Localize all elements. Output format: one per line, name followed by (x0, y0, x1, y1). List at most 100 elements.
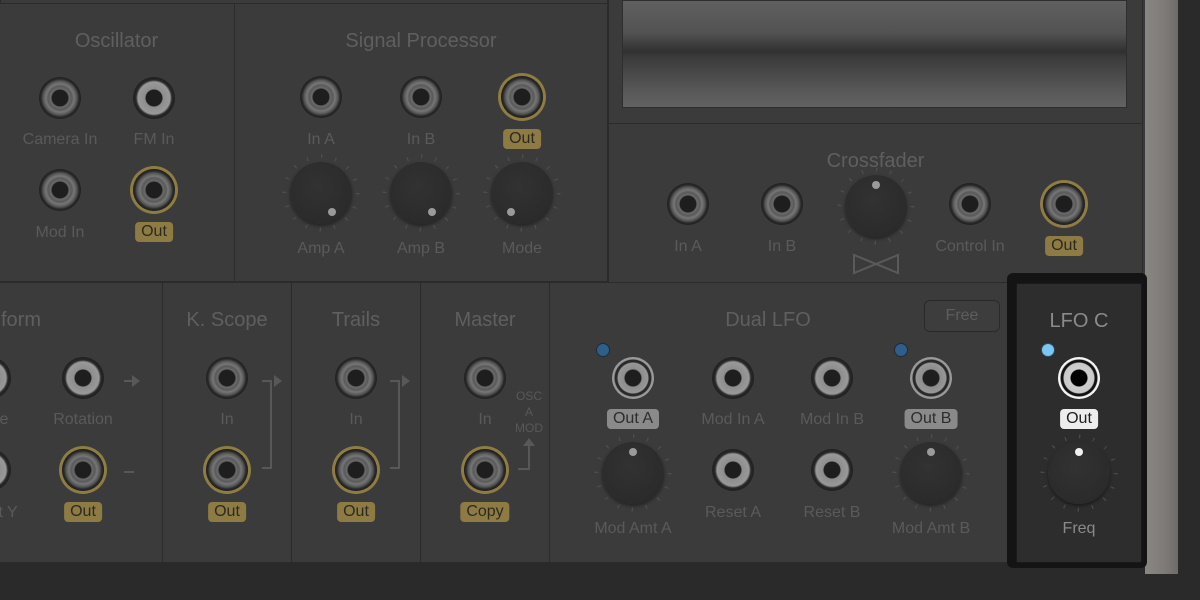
fm-in-label: FM In (133, 131, 175, 148)
up-arrow-head (523, 438, 535, 446)
scale-label: e (0, 411, 9, 428)
lfo-c-out-jack[interactable] (1058, 357, 1100, 399)
mod-amt-a-label: Mod Amt A (594, 520, 672, 537)
route-arrow-icon (274, 375, 282, 387)
transform-out-jack[interactable] (62, 449, 104, 491)
reset-b-jack[interactable] (811, 449, 853, 491)
k-scope-in-label: In (220, 411, 234, 428)
knob-indicator (507, 208, 515, 216)
knob-indicator (428, 208, 436, 216)
signal-route-arrow (390, 380, 400, 469)
knob-indicator (927, 448, 935, 456)
camera-in-label: Camera In (22, 131, 98, 148)
trails-in-jack[interactable] (335, 357, 377, 399)
module-title: Trails (331, 309, 381, 331)
mod-amt-a-knob[interactable] (602, 442, 664, 504)
xf-in-b-label: In B (767, 238, 797, 255)
k-scope-out-tag: Out (208, 502, 246, 522)
mod-amt-b-label: Mod Amt B (891, 520, 971, 537)
camera-in-jack[interactable] (39, 77, 81, 119)
side-label-line: OSC (515, 389, 542, 403)
mod-in-b-jack[interactable] (811, 357, 853, 399)
up-arrow-icon (528, 444, 530, 470)
xf-in-b-jack[interactable] (761, 183, 803, 225)
mod-in-jack[interactable] (39, 169, 81, 211)
mod-in-a-jack[interactable] (712, 357, 754, 399)
oscillator-out-jack[interactable] (133, 169, 175, 211)
signal-out-jack[interactable] (501, 76, 543, 118)
master-in-jack[interactable] (464, 357, 506, 399)
knob-indicator (629, 448, 637, 456)
osc-a-mod-label: OSC A MOD (515, 388, 543, 436)
crossfader-out-jack[interactable] (1043, 183, 1085, 225)
mode-label: Mode (501, 240, 543, 257)
amp-b-label: Amp B (396, 240, 446, 257)
xf-in-a-label: In A (674, 238, 702, 255)
freq-knob[interactable] (1048, 442, 1110, 504)
mod-amt-b-knob[interactable] (900, 442, 962, 504)
k-scope-out-jack[interactable] (206, 449, 248, 491)
master-copy-tag: Copy (460, 502, 510, 522)
mod-in-label: Mod In (35, 224, 85, 241)
oscillator-out-tag: Out (135, 222, 173, 242)
fm-in-jack[interactable] (133, 77, 175, 119)
route-arrow-icon (402, 375, 410, 387)
master-copy-jack[interactable] (464, 449, 506, 491)
rack-rail (1145, 0, 1178, 574)
out-a-tag: Out A (606, 409, 660, 429)
out-b-jack[interactable] (910, 357, 952, 399)
amp-b-knob[interactable] (390, 162, 452, 224)
trails-in-label: In (349, 411, 363, 428)
reset-b-label: Reset B (803, 504, 861, 521)
shift-y-label: t Y (0, 504, 18, 521)
control-in-jack[interactable] (949, 183, 991, 225)
in-b-jack[interactable] (400, 76, 442, 118)
module-title: K. Scope (186, 309, 268, 331)
control-in-label: Control In (935, 238, 1005, 255)
preview-screen (622, 0, 1127, 108)
side-label-line: MOD (515, 421, 543, 435)
lfo-c-out-tag: Out (1060, 409, 1098, 429)
knob-indicator (328, 208, 336, 216)
reset-a-jack[interactable] (712, 449, 754, 491)
knob-indicator (1075, 448, 1083, 456)
trails-out-jack[interactable] (335, 449, 377, 491)
mode-knob[interactable] (491, 162, 553, 224)
lfo-a-led (597, 344, 609, 356)
module-title: LFO C (1049, 310, 1109, 332)
bowtie-crossfade-icon (853, 253, 899, 275)
amp-a-knob[interactable] (290, 162, 352, 224)
arrow-foot (518, 468, 530, 470)
mod-in-b-label: Mod In B (799, 411, 865, 428)
in-b-label: In B (406, 131, 436, 148)
out-b-tag: Out B (904, 409, 958, 429)
crossfader-out-tag: Out (1045, 236, 1083, 256)
crossfade-knob[interactable] (845, 175, 907, 237)
rotation-jack[interactable] (62, 357, 104, 399)
side-label-line: A (524, 405, 533, 419)
out-a-jack[interactable] (612, 357, 654, 399)
mod-in-a-label: Mod In A (701, 411, 765, 428)
k-scope-in-jack[interactable] (206, 357, 248, 399)
module-title: Oscillator (74, 30, 159, 52)
signal-route-arrow (262, 380, 272, 469)
xf-in-a-jack[interactable] (667, 183, 709, 225)
transform-out-tag: Out (64, 502, 102, 522)
signal-out-tag: Out (503, 129, 541, 149)
rotation-label: Rotation (53, 411, 113, 428)
route-arrow-icon (132, 375, 140, 387)
amp-a-label: Amp A (297, 240, 345, 257)
master-in-label: In (478, 411, 492, 428)
in-a-jack[interactable] (300, 76, 342, 118)
module-title: form (1, 309, 41, 331)
lfo-b-led (895, 344, 907, 356)
lfo-c-led (1042, 344, 1054, 356)
in-a-label: In A (307, 131, 335, 148)
trails-out-tag: Out (337, 502, 375, 522)
reset-a-label: Reset A (704, 504, 762, 521)
signal-route-arrow (124, 380, 134, 473)
free-mode-button[interactable]: Free (924, 300, 1000, 332)
freq-label: Freq (1062, 520, 1096, 537)
module-title: Signal Processor (345, 30, 497, 52)
knob-indicator (872, 181, 880, 189)
